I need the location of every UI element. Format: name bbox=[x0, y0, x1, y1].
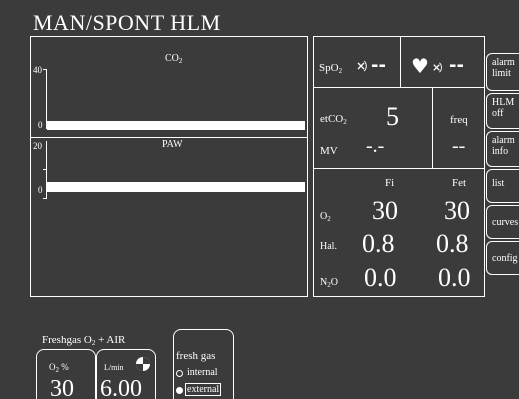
gas-row-fet-value: 0.8 bbox=[436, 229, 469, 258]
o2-percent-value: 30 bbox=[50, 376, 74, 399]
curves-button[interactable]: curves bbox=[486, 205, 519, 239]
spo2-label: SpO2 bbox=[319, 62, 343, 75]
co2-waveform-label: CO2 bbox=[165, 53, 183, 65]
co2-scale-tick bbox=[43, 69, 47, 70]
co2-scale-max: 40 bbox=[33, 65, 42, 75]
paw-waveform-trace bbox=[47, 182, 305, 192]
waveform-panel: CO2 40 0 PAW 20 0 bbox=[30, 36, 308, 297]
list-button[interactable]: list bbox=[486, 169, 519, 203]
paw-scale-max: 20 bbox=[33, 141, 42, 151]
gas-table: Fi Fet O2 30 30 Hal. 0.8 0.8 N2O 0.0 0.0 bbox=[314, 169, 485, 296]
etco2-value: 5 bbox=[386, 102, 399, 131]
alarm-muted-icon bbox=[355, 59, 369, 78]
paw-scale-tick bbox=[43, 198, 47, 199]
heart-rate-value: -- bbox=[449, 55, 464, 76]
flow-value: 6.00 bbox=[100, 376, 142, 399]
radio-selected-icon bbox=[176, 387, 183, 394]
gas-table-header-fet: Fet bbox=[452, 177, 467, 189]
gas-row-label: N2O bbox=[320, 277, 338, 289]
alarm-limit-button[interactable]: alarm limit bbox=[486, 53, 519, 91]
page-title: MAN/SPONT HLM bbox=[33, 10, 221, 35]
freq-value: -- bbox=[452, 135, 466, 157]
co2-scale-min: 0 bbox=[38, 120, 43, 130]
flow-unit-label: L/min bbox=[104, 363, 124, 372]
alarm-info-button[interactable]: alarm info bbox=[486, 131, 519, 167]
spo2-cell[interactable]: SpO2 -- bbox=[314, 37, 400, 87]
freshgas-title: Freshgas O2 + AIR bbox=[42, 334, 126, 347]
co2-scale-axis bbox=[46, 69, 47, 129]
freshgas-source-option-label: external bbox=[185, 383, 222, 396]
config-button[interactable]: config bbox=[486, 241, 519, 275]
paw-scale-min: 0 bbox=[38, 185, 43, 195]
flow-dial-icon bbox=[135, 356, 151, 377]
o2-percent-control[interactable]: O2 % 30 bbox=[36, 349, 96, 399]
flow-control[interactable]: L/min 6.00 bbox=[96, 349, 156, 399]
vitals-divider bbox=[432, 88, 433, 168]
gas-row-fi-value: 0.0 bbox=[364, 263, 397, 292]
radio-icon bbox=[176, 370, 183, 377]
co2-waveform-trace bbox=[47, 121, 305, 130]
paw-scale-tick bbox=[43, 169, 47, 170]
freshgas-source-option-external[interactable]: external bbox=[176, 383, 232, 397]
vitals-divider bbox=[314, 87, 485, 88]
gas-row-fi-value: 30 bbox=[372, 196, 398, 225]
spo2-value: -- bbox=[371, 55, 386, 76]
gas-row-fi-value: 0.8 bbox=[362, 229, 395, 258]
freq-label: freq bbox=[450, 114, 468, 126]
hlm-off-button[interactable]: HLM off bbox=[486, 93, 519, 129]
gas-table-header-fi: Fi bbox=[385, 177, 395, 189]
heart-rate-cell[interactable]: ♥ -- bbox=[401, 37, 485, 87]
gas-row-label: O2 bbox=[320, 211, 331, 223]
freshgas-source-panel: fresh gas internal external bbox=[173, 329, 234, 399]
anesthesia-monitor-screen: MAN/SPONT HLM CO2 40 0 PAW 20 0 SpO2 -- bbox=[0, 0, 519, 399]
gas-row-fet-value: 30 bbox=[444, 196, 470, 225]
gas-row-fet-value: 0.0 bbox=[438, 263, 471, 292]
o2-percent-label: O2 % bbox=[49, 362, 69, 374]
alarm-muted-icon bbox=[431, 61, 444, 79]
mv-value: -.- bbox=[366, 135, 385, 157]
freshgas-source-option-label: internal bbox=[187, 367, 218, 378]
paw-waveform-label: PAW bbox=[162, 139, 183, 150]
freshgas-source-title: fresh gas bbox=[176, 350, 216, 362]
etco2-label: etCO2 bbox=[320, 113, 347, 126]
waveform-divider bbox=[31, 137, 307, 138]
mv-label: MV bbox=[320, 145, 338, 157]
heart-icon: ♥ bbox=[411, 54, 429, 78]
freshgas-source-option-internal[interactable]: internal bbox=[176, 367, 232, 380]
gas-row-label: Hal. bbox=[320, 241, 337, 252]
